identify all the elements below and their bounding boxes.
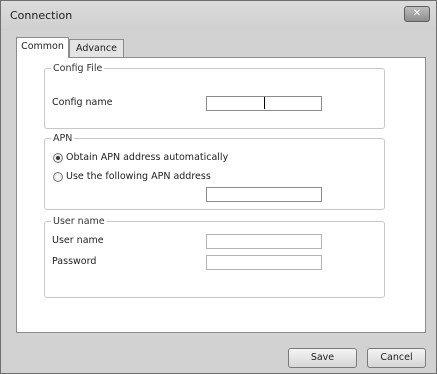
apn-manual-label[interactable]: Use the following APN address [66, 171, 211, 182]
close-button[interactable]: ✕ [404, 6, 430, 22]
user-name-legend: User name [53, 216, 105, 227]
apn-legend: APN [53, 133, 73, 144]
apn-auto-label[interactable]: Obtain APN address automatically [66, 152, 228, 163]
tab-common-label: Common [21, 41, 64, 52]
user-name-label: User name [52, 235, 104, 246]
cancel-button[interactable]: Cancel [367, 348, 426, 368]
apn-auto-radio[interactable] [53, 153, 63, 163]
config-file-legend: Config File [53, 63, 103, 74]
cancel-button-label: Cancel [380, 352, 413, 363]
user-name-input[interactable] [206, 234, 322, 249]
title-bar[interactable]: Connection ✕ [1, 1, 436, 31]
password-input[interactable] [206, 255, 322, 270]
save-button-label: Save [310, 352, 335, 363]
save-button[interactable]: Save [288, 348, 357, 368]
password-label: Password [52, 256, 97, 267]
window-title: Connection [10, 9, 73, 22]
tab-advance-label: Advance [76, 43, 117, 54]
text-caret [264, 97, 265, 109]
close-icon: ✕ [412, 8, 422, 19]
tab-common[interactable]: Common [16, 37, 69, 58]
apn-address-input[interactable] [206, 187, 322, 202]
tab-advance[interactable]: Advance [69, 39, 124, 58]
config-name-label: Config name [52, 97, 113, 108]
apn-manual-radio[interactable] [53, 172, 63, 182]
